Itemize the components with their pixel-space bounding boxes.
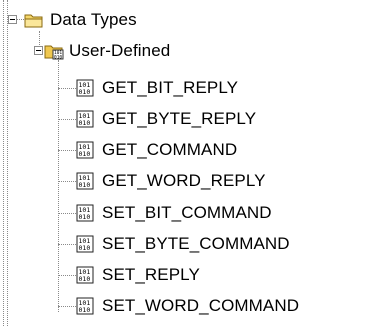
binary-datatype-icon: 101 010 xyxy=(76,266,94,283)
folder-open-icon xyxy=(24,14,43,27)
tree-guide-line xyxy=(58,181,76,182)
tree-guide-line xyxy=(58,213,76,214)
tree-node-data-types[interactable]: Data Types xyxy=(24,4,137,35)
tree-node-datatype[interactable]: 101 010 SET_BYTE_COMMAND xyxy=(76,228,290,259)
datatype-label: GET_BYTE_REPLY xyxy=(102,108,257,128)
svg-text:010: 010 xyxy=(79,244,91,252)
svg-text:010: 010 xyxy=(79,306,91,314)
tree-node-datatype[interactable]: 101 010 GET_COMMAND xyxy=(76,134,237,165)
tree-guide-line xyxy=(58,119,76,120)
svg-text:010: 010 xyxy=(79,88,91,96)
datatype-label: SET_REPLY xyxy=(102,264,200,284)
tree-guide-line xyxy=(3,0,4,326)
binary-datatype-icon: 101 010 xyxy=(76,141,94,158)
tree-node-datatype[interactable]: 101 010 GET_WORD_REPLY xyxy=(76,165,266,196)
data-types-collapse-toggle[interactable] xyxy=(8,15,17,24)
binary-datatype-icon: 101 010 xyxy=(76,235,94,252)
tree-node-datatype[interactable]: 101 010 SET_BIT_COMMAND xyxy=(76,197,272,228)
tree-guide-line xyxy=(7,0,8,326)
tree-node-datatype[interactable]: 101 010 GET_BYTE_REPLY xyxy=(76,103,256,134)
svg-text:010: 010 xyxy=(79,213,91,221)
svg-text:010: 010 xyxy=(54,54,62,60)
tree-node-datatype[interactable]: 101 010 SET_REPLY xyxy=(76,259,200,290)
folder-binary-icon: 101 010 xyxy=(44,45,64,60)
user-defined-collapse-toggle[interactable] xyxy=(34,46,43,55)
binary-datatype-icon: 101 010 xyxy=(76,172,94,189)
tree-node-datatype[interactable]: 101 010 SET_WORD_COMMAND xyxy=(76,290,299,321)
datatype-label: GET_WORD_REPLY xyxy=(102,170,266,190)
datatype-label: SET_WORD_COMMAND xyxy=(102,295,300,315)
tree-guide-line xyxy=(58,150,76,151)
tree-guide-line xyxy=(58,88,76,89)
svg-text:010: 010 xyxy=(79,275,91,283)
datatype-label: GET_BIT_REPLY xyxy=(102,77,239,97)
svg-text:010: 010 xyxy=(79,119,91,127)
datatype-label: SET_BIT_COMMAND xyxy=(102,202,272,222)
binary-datatype-icon: 101 010 xyxy=(76,110,94,127)
tree-guide-line xyxy=(58,275,76,276)
datatype-label: GET_COMMAND xyxy=(102,139,238,159)
svg-text:010: 010 xyxy=(79,150,91,158)
tree-node-label: User-Defined xyxy=(69,40,171,60)
tree-node-datatype[interactable]: 101 010 GET_BIT_REPLY xyxy=(76,72,238,103)
datatype-label: SET_BYTE_COMMAND xyxy=(102,233,290,253)
binary-datatype-icon: 101 010 xyxy=(76,79,94,96)
project-tree: Data Types 101 010 User-Defined 101 010 … xyxy=(0,0,387,326)
tree-guide-line xyxy=(58,306,76,307)
tree-node-user-defined[interactable]: 101 010 User-Defined xyxy=(44,35,170,66)
svg-text:010: 010 xyxy=(79,181,91,189)
tree-guide-line xyxy=(16,19,24,20)
tree-node-label: Data Types xyxy=(50,9,137,29)
binary-datatype-icon: 101 010 xyxy=(76,297,94,314)
binary-datatype-icon: 101 010 xyxy=(76,204,94,221)
tree-guide-line xyxy=(58,244,76,245)
